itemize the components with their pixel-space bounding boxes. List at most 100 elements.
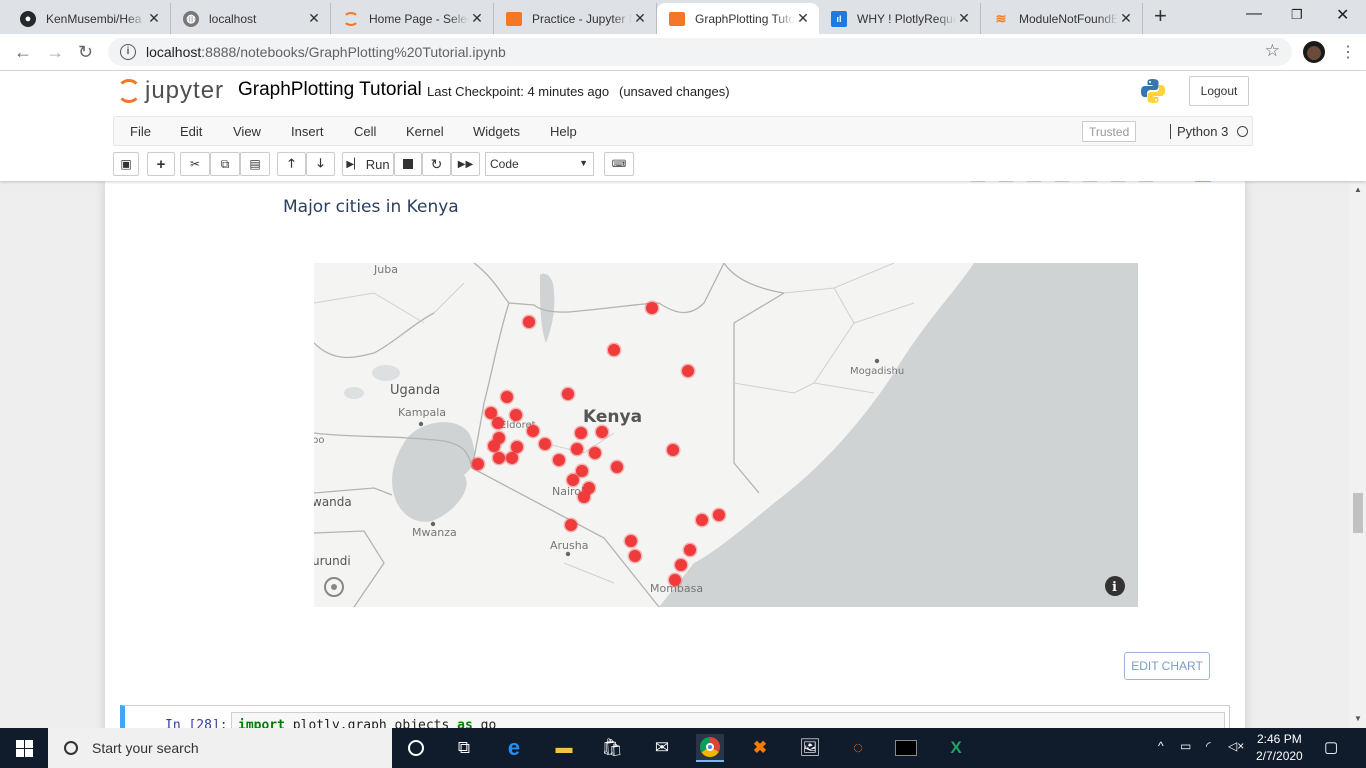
city-marker[interactable] — [606, 342, 622, 358]
code-cell[interactable]: In [28]: import plotly.graph_objects as … — [120, 705, 1230, 728]
restart-button[interactable]: ↻ — [422, 152, 451, 176]
profile-avatar[interactable] — [1303, 41, 1325, 63]
copy-button[interactable]: ⧉ — [210, 152, 240, 176]
city-marker[interactable] — [587, 445, 603, 461]
city-marker[interactable] — [573, 425, 589, 441]
paste-button[interactable]: ▤ — [240, 152, 270, 176]
task-view-icon[interactable]: ⧉ — [450, 734, 478, 762]
menu-widgets[interactable]: Widgets — [473, 124, 520, 139]
run-button[interactable]: ▶▏ Run — [342, 152, 394, 176]
city-marker[interactable] — [667, 572, 683, 588]
notebook-title[interactable]: GraphPlotting Tutorial — [238, 79, 422, 101]
city-marker[interactable] — [560, 386, 576, 402]
tab-close-icon[interactable]: ✕ — [632, 10, 648, 27]
store-icon[interactable]: 🛍 — [598, 734, 626, 762]
save-button[interactable]: ▣ — [113, 152, 139, 176]
city-marker[interactable] — [499, 389, 515, 405]
menu-cell[interactable]: Cell — [354, 124, 376, 139]
city-marker[interactable] — [673, 557, 689, 573]
tab-close-icon[interactable]: ✕ — [146, 10, 162, 27]
city-marker[interactable] — [525, 423, 541, 439]
city-marker[interactable] — [680, 363, 696, 379]
chevron-up-icon[interactable]: ^ — [1158, 739, 1164, 753]
minimize-icon[interactable]: — — [1246, 5, 1262, 23]
menu-view[interactable]: View — [233, 124, 261, 139]
city-marker[interactable] — [665, 442, 681, 458]
mail-icon[interactable]: ✉ — [648, 734, 676, 762]
scroll-down-icon[interactable]: ▼ — [1354, 714, 1362, 723]
browser-menu-icon[interactable]: ⋮ — [1340, 42, 1356, 62]
city-marker[interactable] — [594, 424, 610, 440]
battery-icon[interactable]: ▭ — [1180, 739, 1191, 753]
scroll-up-icon[interactable]: ▲ — [1354, 185, 1362, 194]
insert-cell-button[interactable]: + — [147, 152, 175, 176]
taskbar-search-input[interactable]: Start your search — [48, 728, 392, 768]
tab-close-icon[interactable]: ✕ — [306, 10, 322, 27]
edit-chart-button[interactable]: EDIT CHART — [1124, 652, 1210, 680]
move-down-button[interactable]: 🡓 — [306, 152, 335, 176]
menu-file[interactable]: File — [130, 124, 151, 139]
info-icon[interactable]: i — [120, 44, 136, 60]
restart-run-all-button[interactable]: ▶▶ — [451, 152, 480, 176]
menu-help[interactable]: Help — [550, 124, 577, 139]
city-marker[interactable] — [682, 542, 698, 558]
forward-icon[interactable]: → — [46, 42, 64, 63]
tab-close-icon[interactable]: ✕ — [469, 10, 485, 27]
city-marker[interactable] — [508, 407, 524, 423]
chrome-icon[interactable] — [696, 734, 724, 762]
city-marker[interactable] — [521, 314, 537, 330]
reload-icon[interactable]: ↻ — [78, 42, 93, 63]
excel-icon[interactable]: X — [942, 734, 970, 762]
menu-edit[interactable]: Edit — [180, 124, 202, 139]
city-marker[interactable] — [627, 548, 643, 564]
code-editor[interactable]: import plotly.graph_objects as go — [231, 712, 1225, 728]
city-marker[interactable] — [551, 452, 567, 468]
city-marker[interactable] — [711, 507, 727, 523]
browser-tab[interactable]: Practice - Jupyter N ✕ — [494, 3, 657, 34]
bookmark-star-icon[interactable]: ☆ — [1265, 41, 1280, 61]
url-input[interactable]: i localhost:8888/notebooks/GraphPlotting… — [108, 38, 1292, 66]
notification-icon[interactable]: ▢ — [1324, 738, 1338, 756]
move-up-button[interactable]: 🡑 — [277, 152, 306, 176]
volume-icon[interactable]: ◁× — [1228, 739, 1244, 753]
city-marker[interactable] — [576, 489, 592, 505]
browser-tab[interactable]: ıl WHY ! PlotlyReque ✕ — [819, 3, 981, 34]
page-scrollbar[interactable]: ▲ ▼ — [1350, 181, 1366, 728]
cell-type-select[interactable]: Code ▼ — [485, 152, 594, 176]
trusted-indicator[interactable]: Trusted — [1082, 121, 1137, 142]
file-explorer-icon[interactable]: ▬ — [550, 734, 578, 762]
cortana-icon[interactable] — [402, 734, 430, 762]
city-marker[interactable] — [470, 456, 486, 472]
tab-close-icon[interactable]: ✕ — [956, 10, 972, 27]
city-marker[interactable] — [569, 441, 585, 457]
tab-close-icon[interactable]: ✕ — [795, 10, 811, 27]
back-icon[interactable]: ← — [14, 42, 32, 63]
city-marker[interactable] — [490, 415, 506, 431]
browser-tab[interactable]: Home Page - Selec ✕ — [331, 3, 494, 34]
plotly-modebar[interactable] — [971, 181, 1211, 183]
city-marker[interactable] — [491, 450, 507, 466]
city-marker[interactable] — [623, 533, 639, 549]
city-marker[interactable] — [644, 300, 660, 316]
city-marker[interactable] — [694, 512, 710, 528]
tab-close-icon[interactable]: ✕ — [1118, 10, 1134, 27]
restore-icon[interactable]: ❐ — [1291, 7, 1303, 23]
browser-tab-active[interactable]: GraphPlotting Tuto ✕ — [657, 3, 819, 34]
new-tab-icon[interactable]: + — [1154, 5, 1167, 27]
logout-button[interactable]: Logout — [1189, 76, 1249, 106]
jupyter-logo[interactable]: jupyter — [117, 77, 224, 105]
terminal-icon[interactable] — [892, 734, 920, 762]
browser-tab[interactable]: ◍ localhost ✕ — [171, 3, 331, 34]
windows-start-icon[interactable] — [10, 734, 38, 762]
jupyter-taskbar-icon[interactable]: ◌ — [844, 734, 872, 762]
scrollbar-thumb[interactable] — [1353, 493, 1363, 533]
command-palette-button[interactable]: ⌨ — [604, 152, 634, 176]
cut-button[interactable]: ✂ — [180, 152, 210, 176]
wifi-icon[interactable]: ◜ — [1206, 739, 1211, 753]
city-marker[interactable] — [504, 450, 520, 466]
menu-insert[interactable]: Insert — [291, 124, 324, 139]
city-marker[interactable] — [486, 438, 502, 454]
city-marker[interactable] — [537, 436, 553, 452]
image-viewer-icon[interactable]: 🖼 — [796, 734, 824, 762]
menu-kernel[interactable]: Kernel — [406, 124, 444, 139]
